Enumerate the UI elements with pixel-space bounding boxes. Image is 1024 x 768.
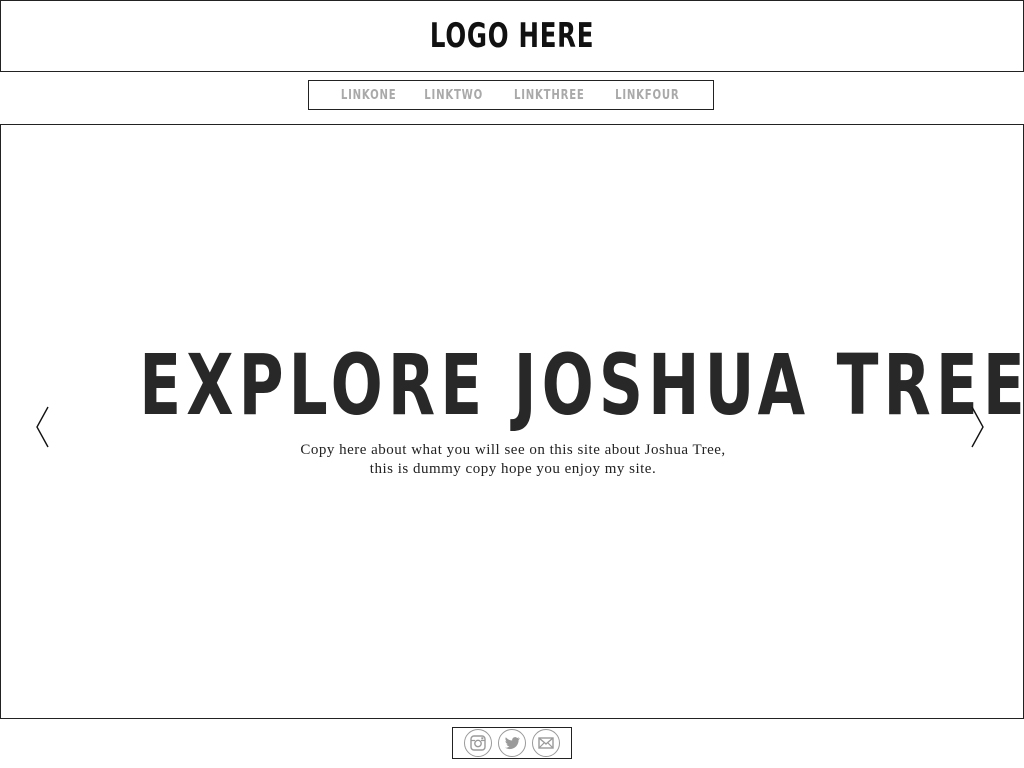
slider-next-button[interactable] <box>967 405 987 449</box>
nav-link-two[interactable]: LINKTWO <box>425 88 484 103</box>
twitter-button[interactable] <box>498 729 526 757</box>
page: LOGO HERE LINKONE LINKTWO LINKTHREE LINK… <box>0 0 1024 768</box>
main-nav: LINKONE LINKTWO LINKTHREE LINKFOUR <box>308 80 714 110</box>
nav-link-one[interactable]: LINKONE <box>341 88 397 103</box>
site-header: LOGO HERE <box>0 0 1024 72</box>
instagram-button[interactable] <box>464 729 492 757</box>
logo[interactable]: LOGO HERE <box>430 16 594 56</box>
nav-link-three[interactable]: LINKTHREE <box>514 88 585 103</box>
social-links <box>452 727 572 759</box>
nav-link-four[interactable]: LINKFOUR <box>615 88 679 103</box>
hero-slider: EXPLORE JOSHUA TREE Copy here about what… <box>0 124 1024 719</box>
mail-icon <box>538 737 554 749</box>
hero-copy-line-2: this is dummy copy hope you enjoy my sit… <box>369 461 657 477</box>
hero-copy: Copy here about what you will see on thi… <box>1 441 1024 479</box>
hero-copy-line-1: Copy here about what you will see on thi… <box>300 442 726 458</box>
mail-button[interactable] <box>532 729 560 757</box>
hero-title: EXPLORE JOSHUA TREE <box>139 336 1024 434</box>
twitter-icon <box>504 737 521 750</box>
chevron-right-icon <box>971 406 984 448</box>
instagram-icon <box>470 735 486 751</box>
